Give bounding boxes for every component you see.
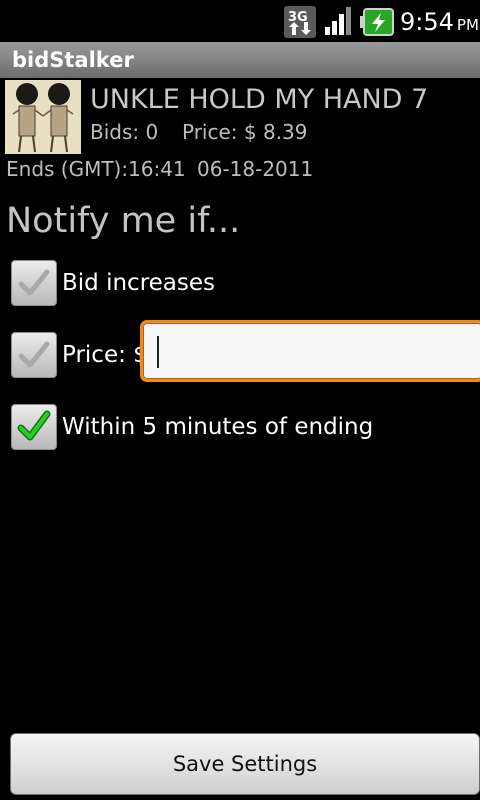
price-label: Price: $ xyxy=(62,342,148,368)
item-thumbnail xyxy=(5,80,81,154)
ends-time: 16:41 xyxy=(128,157,186,181)
ends-label: Ends (GMT): xyxy=(6,157,129,181)
bid-increases-checkbox[interactable] xyxy=(11,260,57,306)
signal-strength-icon xyxy=(325,7,351,35)
app-title-bar: bidStalker xyxy=(0,42,480,78)
check-mark-icon xyxy=(18,269,50,296)
price-input[interactable] xyxy=(140,320,480,382)
check-mark-icon xyxy=(17,410,51,441)
item-title: UNKLE HOLD MY HAND 7 xyxy=(90,84,429,115)
current-price: Price: $ 8.39 xyxy=(182,120,308,144)
within-5-minutes-label: Within 5 minutes of ending xyxy=(62,414,374,440)
bid-increases-label: Bid increases xyxy=(62,270,216,296)
within-5-minutes-checkbox[interactable] xyxy=(11,404,57,450)
3g-data-icon: 3G xyxy=(284,6,316,38)
notify-heading: Notify me if... xyxy=(6,201,241,241)
clock: 9:54 PM xyxy=(400,4,479,40)
bids-count: Bids: 0 xyxy=(90,120,159,144)
clock-time: 9:54 xyxy=(400,8,454,36)
text-caret xyxy=(157,336,159,368)
price-checkbox[interactable] xyxy=(11,332,57,378)
check-mark-icon xyxy=(18,341,50,368)
save-settings-button[interactable]: Save Settings xyxy=(10,733,480,795)
status-bar: 3G 9:54 PM xyxy=(0,0,480,42)
battery-charging-icon xyxy=(360,8,394,36)
app-title: bidStalker xyxy=(12,48,134,72)
clock-ampm: PM xyxy=(456,16,479,34)
ends-date: 06-18-2011 xyxy=(197,157,314,181)
